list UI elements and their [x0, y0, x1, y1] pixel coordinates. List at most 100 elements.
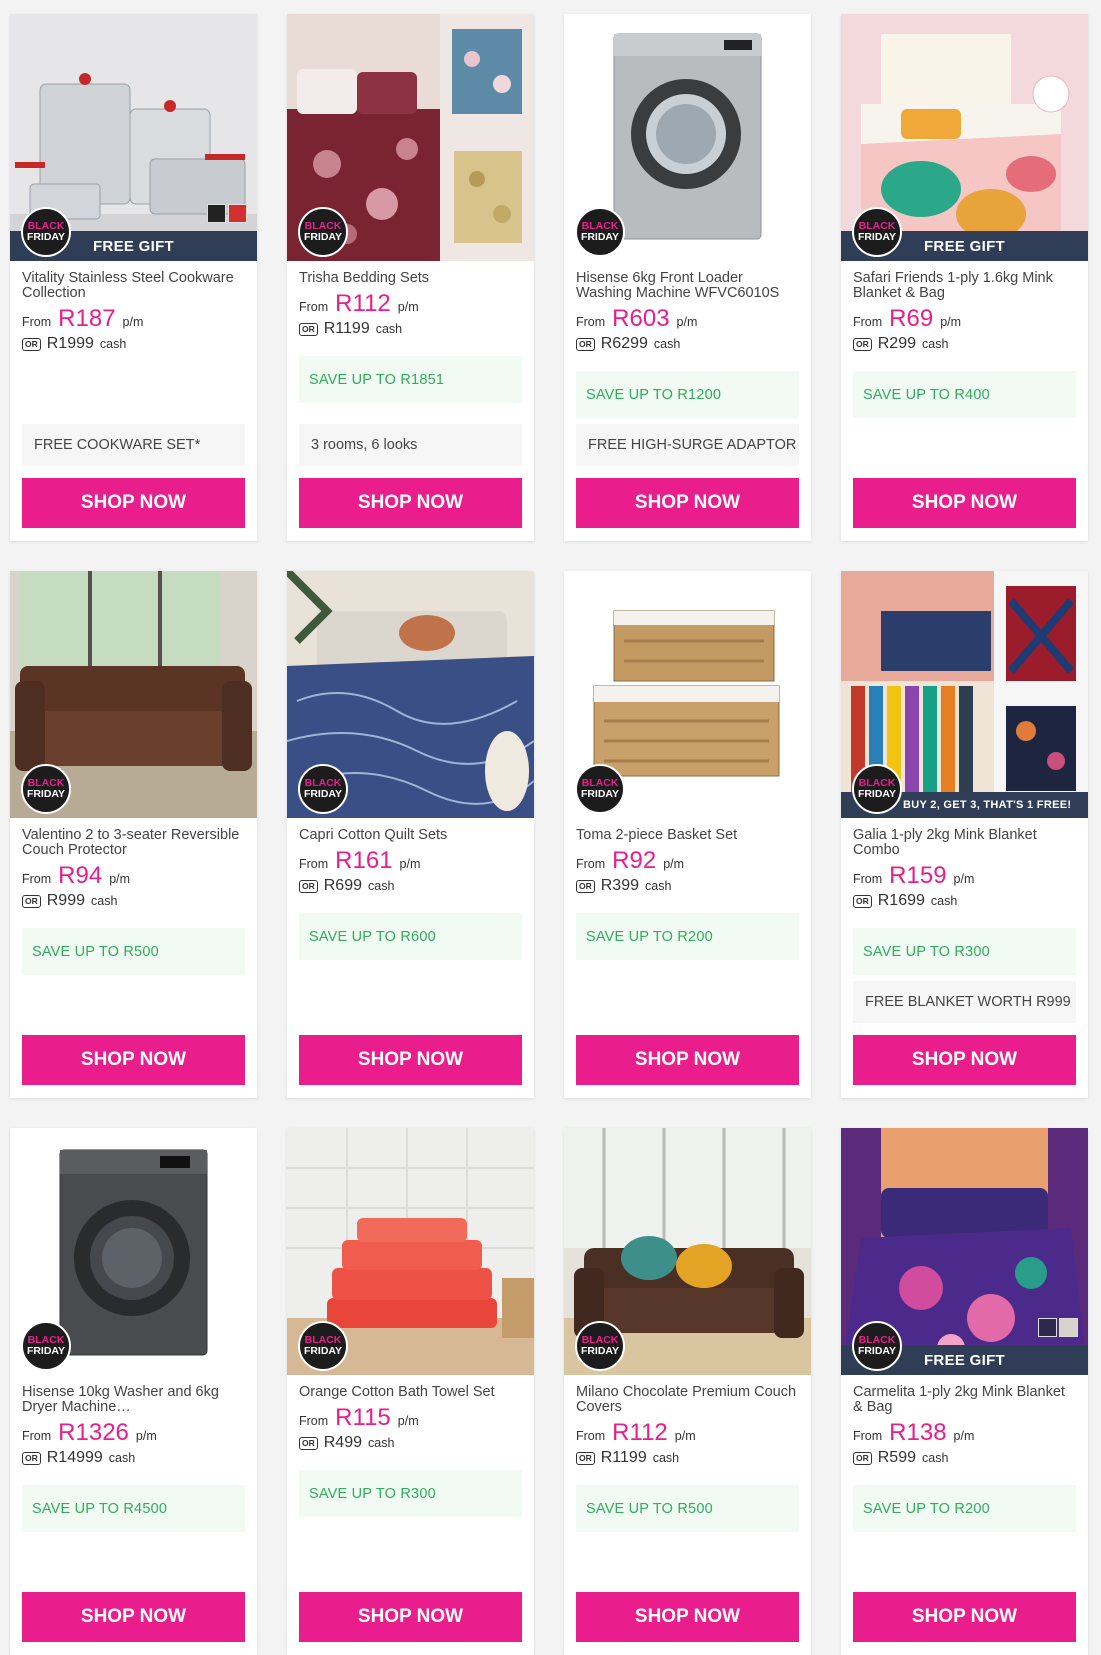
cash-price: OR R1999 cash: [22, 335, 245, 353]
monthly-price: From R69 p/m: [853, 305, 962, 332]
product-image[interactable]: BLACK FRIDAY: [564, 1128, 811, 1375]
shop-now-button[interactable]: SHOP NOW: [299, 1035, 522, 1085]
product-card[interactable]: BLACK FRIDAY Hisense 10kg Washer and 6kg …: [10, 1128, 257, 1655]
perk-box: FREE HIGH-SURGE ADAPTOR: [576, 424, 799, 466]
product-title[interactable]: Orange Cotton Bath Towel Set: [299, 1385, 522, 1402]
product-image[interactable]: BLACK FRIDAY BUY 2, GET 3, THAT'S 1 FREE!: [841, 571, 1088, 818]
savings-box: SAVE UP TO R500: [576, 1485, 799, 1532]
cash-price: OR R1199 cash: [576, 1449, 799, 1467]
monthly-price: From R159 p/m: [853, 862, 975, 889]
black-friday-badge: BLACK FRIDAY: [298, 207, 348, 257]
color-swatches[interactable]: [207, 204, 247, 223]
product-title[interactable]: Trisha Bedding Sets: [299, 271, 522, 288]
monthly-price: From R161 p/m: [299, 847, 421, 874]
product-title[interactable]: Carmelita 1-ply 2kg Mink Blanket & Bag: [853, 1385, 1076, 1417]
shop-now-button[interactable]: SHOP NOW: [853, 1592, 1076, 1642]
shop-now-button[interactable]: SHOP NOW: [853, 478, 1076, 528]
monthly-price: From R138 p/m: [853, 1419, 975, 1446]
cash-price: OR R1699 cash: [853, 892, 1076, 910]
cash-price: OR R14999 cash: [22, 1449, 245, 1467]
shop-now-button[interactable]: SHOP NOW: [299, 1592, 522, 1642]
shop-now-button[interactable]: SHOP NOW: [22, 1035, 245, 1085]
black-friday-badge: BLACK FRIDAY: [298, 764, 348, 814]
product-image[interactable]: BLACK FRIDAY: [10, 571, 257, 818]
product-image[interactable]: BLACK FRIDAY: [564, 571, 811, 818]
product-title[interactable]: Galia 1-ply 2kg Mink Blanket Combo: [853, 828, 1076, 860]
product-title[interactable]: Valentino 2 to 3-seater Reversible Couch…: [22, 828, 245, 860]
savings-box: SAVE UP TO R200: [576, 913, 799, 960]
shop-now-button[interactable]: SHOP NOW: [576, 1035, 799, 1085]
product-card[interactable]: BLACK FRIDAY FREE GIFT Safari Friends 1-p…: [841, 14, 1088, 541]
shop-now-button[interactable]: SHOP NOW: [576, 478, 799, 528]
monthly-price: From R115 p/m: [299, 1404, 419, 1431]
savings-box: SAVE UP TO R4500: [22, 1485, 245, 1532]
product-image[interactable]: BLACK FRIDAY: [287, 571, 534, 818]
black-friday-badge: BLACK FRIDAY: [575, 1321, 625, 1371]
product-image[interactable]: BLACK FRIDAY FREE GIFT: [841, 14, 1088, 261]
shop-now-button[interactable]: SHOP NOW: [22, 1592, 245, 1642]
product-card[interactable]: BLACK FRIDAY Hisense 6kg Front Loader Was…: [564, 14, 811, 541]
savings-box: SAVE UP TO R300: [299, 1470, 522, 1517]
product-grid: BLACK FRIDAY FREE GIFT Vitality Stainless…: [10, 14, 1088, 1655]
savings-box: SAVE UP TO R600: [299, 913, 522, 960]
product-card[interactable]: BLACK FRIDAY Trisha Bedding Sets From R112…: [287, 14, 534, 541]
product-title[interactable]: Vitality Stainless Steel Cookware Collec…: [22, 271, 245, 303]
product-card[interactable]: BLACK FRIDAY Capri Cotton Quilt Sets From…: [287, 571, 534, 1098]
color-swatch[interactable]: [1038, 1318, 1057, 1337]
product-image[interactable]: BLACK FRIDAY FREE GIFT: [841, 1128, 1088, 1375]
shop-now-button[interactable]: SHOP NOW: [853, 1035, 1076, 1085]
color-swatch[interactable]: [1059, 1318, 1078, 1337]
monthly-price: From R112 p/m: [299, 290, 419, 317]
product-card[interactable]: BLACK FRIDAY Toma 2-piece Basket Set From…: [564, 571, 811, 1098]
black-friday-badge: BLACK FRIDAY: [852, 1321, 902, 1371]
black-friday-badge: BLACK FRIDAY: [575, 764, 625, 814]
cash-price: OR R499 cash: [299, 1434, 522, 1452]
monthly-price: From R94 p/m: [22, 862, 131, 889]
shop-now-button[interactable]: SHOP NOW: [299, 478, 522, 528]
monthly-price: From R1326 p/m: [22, 1419, 157, 1446]
perk-box: 3 rooms, 6 looks: [299, 424, 522, 466]
product-card[interactable]: BLACK FRIDAY Valentino 2 to 3-seater Reve…: [10, 571, 257, 1098]
product-image[interactable]: BLACK FRIDAY: [564, 14, 811, 261]
cash-price: OR R399 cash: [576, 877, 799, 895]
cash-price: OR R599 cash: [853, 1449, 1076, 1467]
product-image[interactable]: BLACK FRIDAY: [287, 14, 534, 261]
product-title[interactable]: Capri Cotton Quilt Sets: [299, 828, 522, 845]
shop-now-button[interactable]: SHOP NOW: [576, 1592, 799, 1642]
monthly-price: From R112 p/m: [576, 1419, 696, 1446]
product-card[interactable]: BLACK FRIDAY Milano Chocolate Premium Cou…: [564, 1128, 811, 1655]
product-title[interactable]: Milano Chocolate Premium Couch Covers: [576, 1385, 799, 1417]
cash-price: OR R1199 cash: [299, 320, 522, 338]
product-card[interactable]: BLACK FRIDAY BUY 2, GET 3, THAT'S 1 FREE!…: [841, 571, 1088, 1098]
black-friday-badge: BLACK FRIDAY: [298, 1321, 348, 1371]
product-image[interactable]: BLACK FRIDAY: [287, 1128, 534, 1375]
savings-box: SAVE UP TO R1200: [576, 371, 799, 418]
cash-price: OR R699 cash: [299, 877, 522, 895]
savings-box: SAVE UP TO R400: [853, 371, 1076, 418]
black-friday-badge: BLACK FRIDAY: [575, 207, 625, 257]
savings-box: SAVE UP TO R200: [853, 1485, 1076, 1532]
black-friday-badge: BLACK FRIDAY: [21, 207, 71, 257]
product-card[interactable]: BLACK FRIDAY FREE GIFT Vitality Stainless…: [10, 14, 257, 541]
cash-price: OR R6299 cash: [576, 335, 799, 353]
product-image[interactable]: BLACK FRIDAY FREE GIFT: [10, 14, 257, 261]
color-swatch[interactable]: [207, 204, 226, 223]
color-swatches[interactable]: [1038, 1318, 1078, 1337]
black-friday-badge: BLACK FRIDAY: [21, 1321, 71, 1371]
product-title[interactable]: Hisense 6kg Front Loader Washing Machine…: [576, 271, 799, 303]
color-swatch[interactable]: [228, 204, 247, 223]
monthly-price: From R603 p/m: [576, 305, 698, 332]
product-card[interactable]: BLACK FRIDAY Orange Cotton Bath Towel Set…: [287, 1128, 534, 1655]
perk-box: FREE COOKWARE SET*: [22, 424, 245, 466]
savings-box: SAVE UP TO R1851: [299, 356, 522, 403]
product-card[interactable]: BLACK FRIDAY FREE GIFT Carmelita 1-ply 2k…: [841, 1128, 1088, 1655]
black-friday-badge: BLACK FRIDAY: [852, 207, 902, 257]
product-title[interactable]: Hisense 10kg Washer and 6kg Dryer Machin…: [22, 1385, 245, 1417]
product-title[interactable]: Toma 2-piece Basket Set: [576, 828, 799, 845]
savings-box: SAVE UP TO R300: [853, 928, 1076, 975]
savings-box: SAVE UP TO R500: [22, 928, 245, 975]
product-title[interactable]: Safari Friends 1-ply 1.6kg Mink Blanket …: [853, 271, 1076, 303]
shop-now-button[interactable]: SHOP NOW: [22, 478, 245, 528]
product-image[interactable]: BLACK FRIDAY: [10, 1128, 257, 1375]
cash-price: OR R999 cash: [22, 892, 245, 910]
